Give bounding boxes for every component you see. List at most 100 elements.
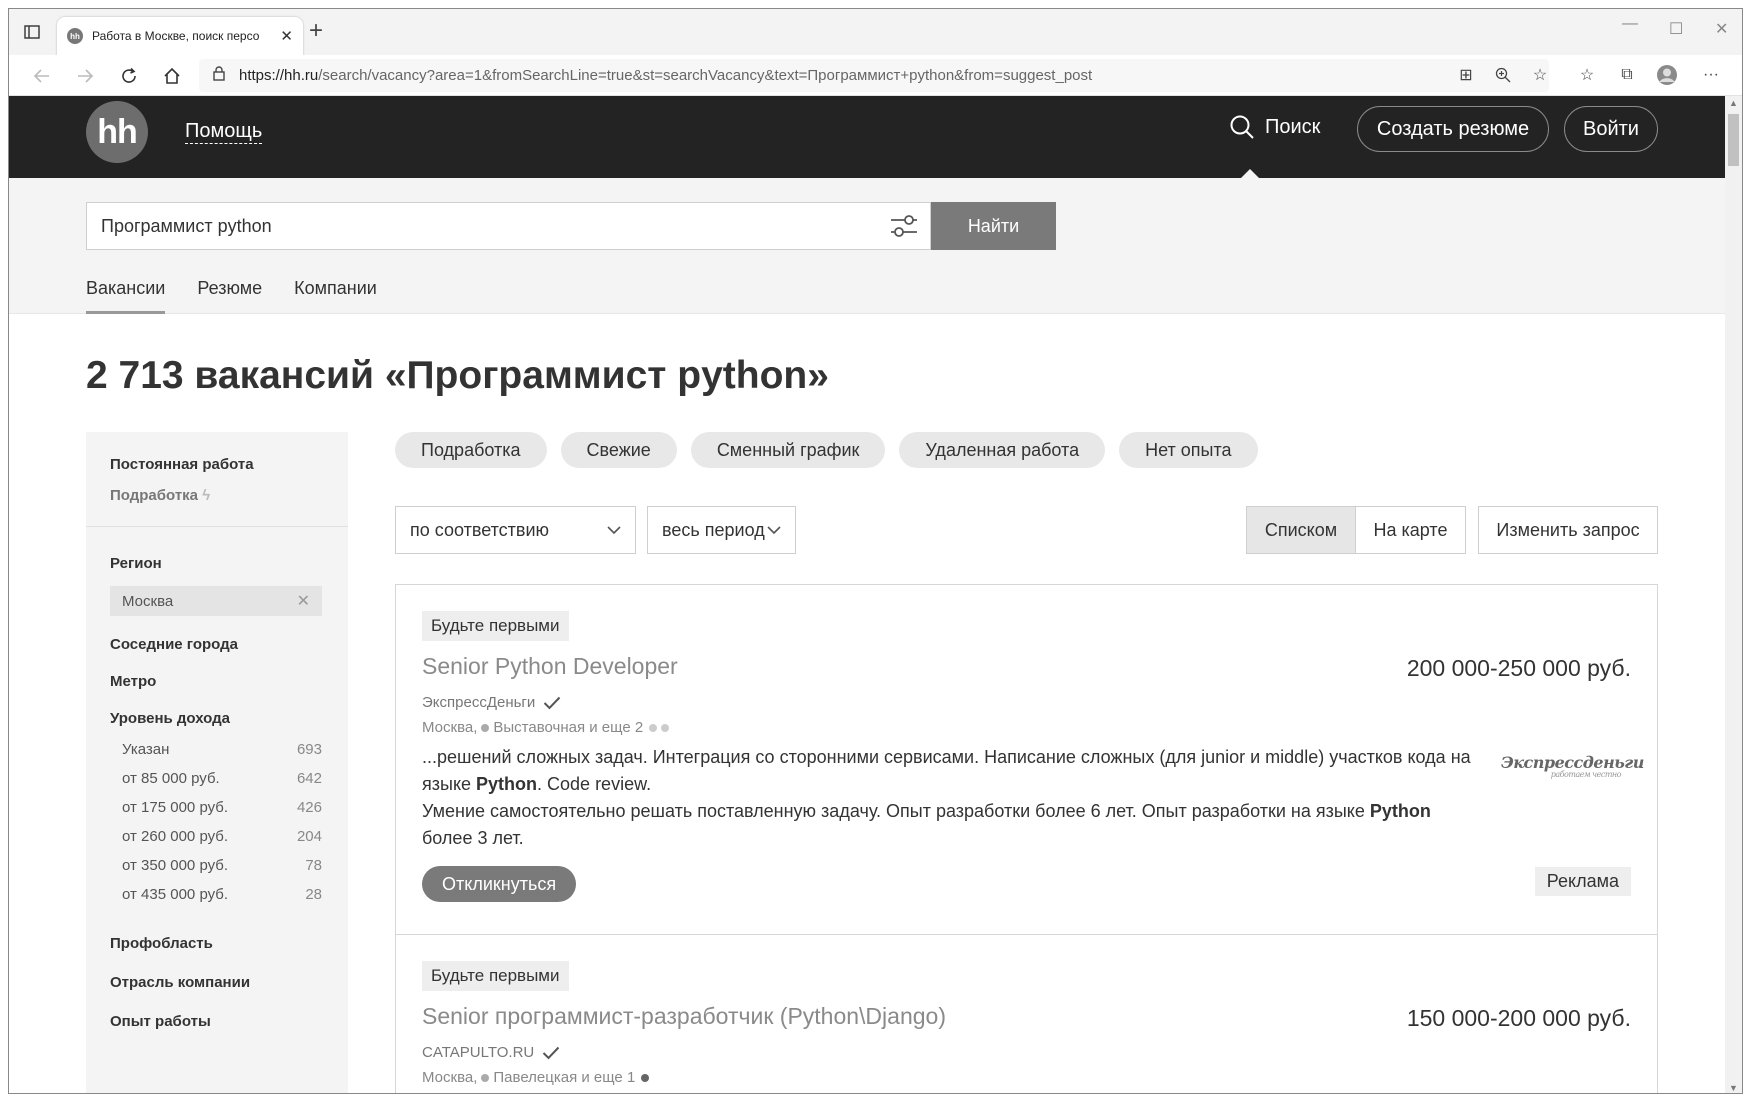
browser-window: hh Работа в Москве, поиск персо ✕ + — ☐ … — [8, 8, 1743, 1094]
view-map-button[interactable]: На карте — [1356, 506, 1466, 554]
add-favorite-icon[interactable]: ☆ — [1528, 63, 1552, 87]
period-value: весь период — [662, 519, 765, 540]
back-icon[interactable] — [29, 63, 55, 89]
income-option[interactable]: от 85 000 руб. 642 — [110, 764, 334, 793]
employer-logo[interactable]: Экспрессденьги работаем честно — [1501, 753, 1644, 779]
favorites-icon[interactable]: ☆ — [1575, 63, 1599, 87]
income-heading: Уровень дохода — [110, 710, 231, 727]
search-tabs: Вакансии Резюме Компании — [86, 278, 377, 314]
scroll-up-icon[interactable]: ▲ — [1729, 98, 1738, 108]
vacancy-snippet: ...решений сложных задач. Интеграция со … — [422, 747, 1471, 848]
login-button[interactable]: Войти — [1564, 106, 1658, 152]
close-tab-icon[interactable]: ✕ — [280, 27, 293, 45]
find-button[interactable]: Найти — [931, 202, 1056, 250]
search-link-label: Поиск — [1265, 115, 1321, 138]
profarea-link[interactable]: Профобласть — [110, 935, 324, 952]
income-option[interactable]: от 435 000 руб. 28 — [110, 880, 334, 909]
advanced-search-icon[interactable] — [882, 204, 926, 248]
metro-station: Выставочная и еще 2 — [493, 719, 644, 736]
view-list-button[interactable]: Списком — [1246, 506, 1356, 554]
vacancy-card: Будьте первыми Senior Python Developer 2… — [395, 584, 1658, 935]
profile-avatar[interactable] — [1655, 63, 1679, 87]
search-icon — [1230, 115, 1254, 139]
region-heading: Регион — [110, 555, 162, 572]
nearby-cities-link[interactable]: Соседние города — [110, 636, 324, 653]
search-box — [86, 202, 931, 250]
maximize-icon[interactable]: ☐ — [1669, 19, 1683, 39]
employment-permanent-link[interactable]: Постоянная работа — [110, 456, 324, 473]
chip-part-time[interactable]: Подработка — [395, 432, 547, 468]
metro-station: Павелецкая и еще 1 — [493, 1069, 636, 1086]
chevron-down-icon — [767, 525, 781, 534]
tab-resumes[interactable]: Резюме — [197, 278, 262, 314]
verified-check-icon — [543, 1046, 560, 1059]
vacancy-salary: 200 000-250 000 руб. — [1406, 655, 1631, 681]
city: Москва, — [422, 719, 478, 736]
url-text: https://hh.ru/search/vacancy?area=1&from… — [239, 67, 1093, 84]
more-menu-icon[interactable]: ··· — [1699, 63, 1723, 87]
employment-parttime-link[interactable]: Подработка ϟ — [110, 487, 324, 504]
sort-order-select[interactable]: по соответствию — [395, 506, 636, 554]
scroll-thumb[interactable] — [1728, 114, 1739, 166]
respond-button[interactable]: Откликнуться — [422, 866, 577, 902]
chip-remote[interactable]: Удаленная работа — [899, 432, 1106, 468]
change-query-button[interactable]: Изменить запрос — [1478, 506, 1658, 554]
income-option[interactable]: от 260 000 руб. 204 — [110, 822, 334, 851]
search-area: Найти Вакансии Резюме Компании — [9, 178, 1727, 314]
create-resume-button[interactable]: Создать резюме — [1357, 106, 1549, 152]
chip-no-experience[interactable]: Нет опыта — [1119, 432, 1258, 468]
navigation-bar: https://hh.ru/search/vacancy?area=1&from… — [9, 55, 1742, 96]
tab-companies[interactable]: Компании — [294, 278, 377, 314]
ad-label: Реклама — [1534, 867, 1631, 896]
chip-fresh[interactable]: Свежие — [560, 432, 677, 468]
hh-logo[interactable]: hh — [86, 101, 148, 163]
reload-icon[interactable] — [116, 63, 142, 89]
metro-dot-icon — [649, 723, 658, 732]
lock-icon[interactable] — [213, 65, 225, 86]
employer-link[interactable]: CATAPULTO.RU — [422, 1044, 534, 1061]
forward-icon[interactable] — [72, 63, 98, 89]
industry-link[interactable]: Отрасль компании — [110, 974, 324, 991]
zoom-icon[interactable] — [1491, 63, 1515, 87]
view-toggle: Списком На карте — [1246, 506, 1466, 554]
tab-vacancies[interactable]: Вакансии — [86, 278, 166, 314]
help-link[interactable]: Помощь — [185, 119, 263, 144]
home-icon[interactable] — [159, 63, 185, 89]
page-content: hh Помощь Поиск Создать резюме Войти Най… — [9, 96, 1727, 1093]
tab-title: Работа в Москве, поиск персо — [92, 29, 260, 43]
search-input[interactable] — [87, 215, 882, 237]
scroll-down-icon[interactable]: ▼ — [1729, 1083, 1738, 1093]
close-window-icon[interactable]: ✕ — [1715, 19, 1728, 39]
income-option[interactable]: от 350 000 руб. 78 — [110, 851, 334, 880]
vacancy-salary: 150 000-200 000 руб. — [1406, 1005, 1631, 1031]
tab-actions-icon[interactable] — [21, 21, 43, 43]
remove-region-icon[interactable]: ✕ — [297, 591, 310, 611]
employer-link[interactable]: ЭкспрессДеньги — [422, 694, 535, 711]
filters-sidebar: Постоянная работа Подработка ϟ Регион Мо… — [86, 432, 348, 1093]
site-header: hh Помощь Поиск Создать резюме Войти — [9, 96, 1727, 178]
tab-strip: hh Работа в Москве, поиск персо ✕ + — ☐ … — [9, 9, 1742, 55]
address-bar[interactable]: https://hh.ru/search/vacancy?area=1&from… — [199, 59, 1549, 92]
metro-link[interactable]: Метро — [110, 673, 324, 690]
page-title: 2 713 вакансий «Программист python» — [86, 354, 829, 397]
metro-dot-icon — [481, 1073, 490, 1082]
region-chip: Москва ✕ — [110, 586, 322, 616]
app-available-icon[interactable]: ⊞ — [1454, 63, 1478, 87]
period-select[interactable]: весь период — [647, 506, 796, 554]
browser-tab[interactable]: hh Работа в Москве, поиск персо ✕ — [57, 17, 303, 55]
income-option[interactable]: Указан 693 — [110, 735, 334, 764]
lightning-icon: ϟ — [202, 487, 211, 504]
vacancy-card: Будьте первыми Senior программист-разраб… — [395, 935, 1658, 1093]
collections-icon[interactable]: ⧉ — [1615, 63, 1639, 87]
metro-dot-icon — [641, 1073, 650, 1082]
search-link[interactable]: Поиск — [1229, 114, 1320, 140]
verified-check-icon — [544, 696, 561, 709]
new-tab-button[interactable]: + — [309, 19, 323, 43]
page-scrollbar[interactable]: ▲ ▼ — [1725, 96, 1742, 1093]
city: Москва, — [422, 1069, 478, 1086]
income-option[interactable]: от 175 000 руб. 426 — [110, 793, 334, 822]
chip-shift-schedule[interactable]: Сменный график — [690, 432, 886, 468]
experience-link[interactable]: Опыт работы — [110, 1013, 324, 1030]
minimize-icon[interactable]: — — [1622, 15, 1638, 33]
vacancy-address: Москва, Выставочная и еще 2 — [422, 719, 1631, 736]
